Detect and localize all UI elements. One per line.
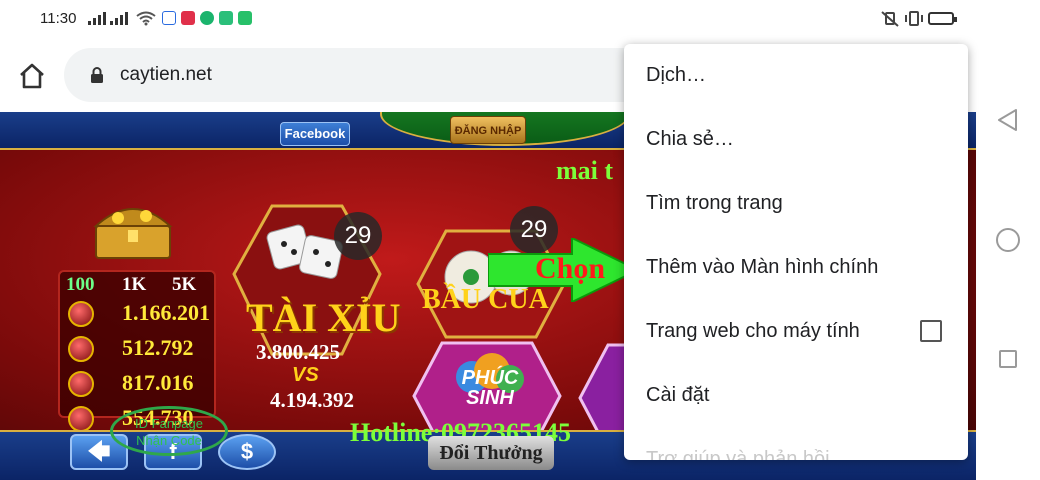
menu-item-label: Cài đặt — [646, 384, 710, 406]
menu-item-translate[interactable]: Dịch… — [624, 44, 968, 108]
back-triangle-icon[interactable] — [996, 108, 1020, 132]
menu-item-label: Trợ giúp và phản hồi — [646, 448, 830, 460]
facebook-button[interactable]: Facebook — [280, 122, 350, 146]
vibrate-icon — [905, 11, 923, 26]
home-icon[interactable] — [16, 60, 48, 92]
app-icon — [200, 11, 214, 25]
game-thumbnail-icon — [68, 406, 94, 432]
treasure-chest-icon — [93, 208, 173, 259]
jackpot-tab-5k[interactable]: 5K — [172, 274, 196, 296]
android-nav-bar — [976, 0, 1040, 480]
login-button[interactable]: ĐĂNG NHẬP — [450, 116, 526, 144]
android-screen: 11:30 caytien.net Facebook ĐĂNG NHẬP mai… — [0, 0, 1040, 480]
status-bar: 11:30 — [0, 0, 976, 38]
jackpot-row: 1.166.201 — [64, 298, 214, 332]
phucsinh-title: PHÚC SINH — [461, 367, 519, 409]
game-thumbnail-icon — [68, 371, 94, 397]
clock: 11:30 — [40, 10, 77, 27]
taixiu-title: TÀI XỈU — [246, 295, 401, 340]
dollar-icon-button[interactable]: $ — [218, 434, 276, 470]
signal-icon — [110, 12, 128, 25]
menu-item-label: Tìm trong trang — [646, 192, 783, 214]
xiu-total: 4.194.392 — [270, 388, 354, 412]
app-icon — [181, 11, 195, 25]
menu-item-label: Trang web cho máy tính — [646, 320, 860, 342]
jackpot-row: 512.792 — [64, 333, 214, 367]
app-icon — [219, 11, 233, 25]
game-thumbnail-icon — [68, 301, 94, 327]
menu-item-find-in-page[interactable]: Tìm trong trang — [624, 172, 968, 236]
marquee-text: mai t — [556, 156, 614, 185]
jackpot-tab-100[interactable]: 100 — [66, 274, 95, 296]
signal-icon — [88, 12, 106, 25]
menu-item-settings[interactable]: Cài đặt — [624, 364, 968, 428]
menu-item-label: Thêm vào Màn hình chính — [646, 256, 879, 278]
jackpot-row: 817.016 — [64, 368, 214, 402]
browser-overflow-menu: Dịch… Chia sẻ… Tìm trong trang Thêm vào … — [624, 44, 968, 460]
player-count-badge: 29 — [334, 212, 382, 260]
home-circle-icon[interactable] — [996, 228, 1020, 252]
url-text: caytien.net — [120, 64, 212, 85]
jackpot-value: 512.792 — [122, 335, 194, 360]
tai-total: 3.800.425 — [256, 340, 340, 364]
menu-item-add-to-home-screen[interactable]: Thêm vào Màn hình chính — [624, 236, 968, 300]
desktop-site-checkbox[interactable] — [920, 320, 942, 342]
address-bar[interactable]: caytien.net — [64, 48, 704, 102]
menu-item-help-feedback[interactable]: Trợ giúp và phản hồi — [624, 428, 968, 460]
jackpot-panel: 100 1K 5K 1.166.201 512.792 817.016 554.… — [58, 270, 216, 432]
menu-item-desktop-site[interactable]: Trang web cho máy tính — [624, 300, 968, 364]
choose-annotation: Chọn — [535, 252, 606, 285]
fanpage-annotation: ID Fanpage Nhận Code — [110, 406, 228, 456]
battery-icon — [928, 12, 957, 25]
message-icon — [238, 11, 252, 25]
zalo-icon — [162, 11, 176, 25]
menu-item-label: Chia sẻ… — [646, 128, 734, 150]
mute-icon — [881, 11, 899, 27]
redeem-button[interactable]: Đổi Thưởng — [428, 436, 554, 470]
jackpot-tab-1k[interactable]: 1K — [122, 274, 146, 296]
vs-label: VS — [292, 364, 319, 386]
lock-icon — [91, 67, 103, 83]
code-label: Nhận Code — [136, 433, 202, 448]
menu-item-label: Dịch… — [646, 64, 707, 86]
jackpot-value: 1.166.201 — [122, 300, 210, 325]
menu-item-share[interactable]: Chia sẻ… — [624, 108, 968, 172]
fanpage-label: ID Fanpage — [135, 416, 203, 431]
recents-square-icon[interactable] — [999, 350, 1017, 368]
game-thumbnail-icon — [68, 336, 94, 362]
jackpot-value: 817.016 — [122, 370, 194, 395]
wifi-icon — [136, 11, 156, 26]
